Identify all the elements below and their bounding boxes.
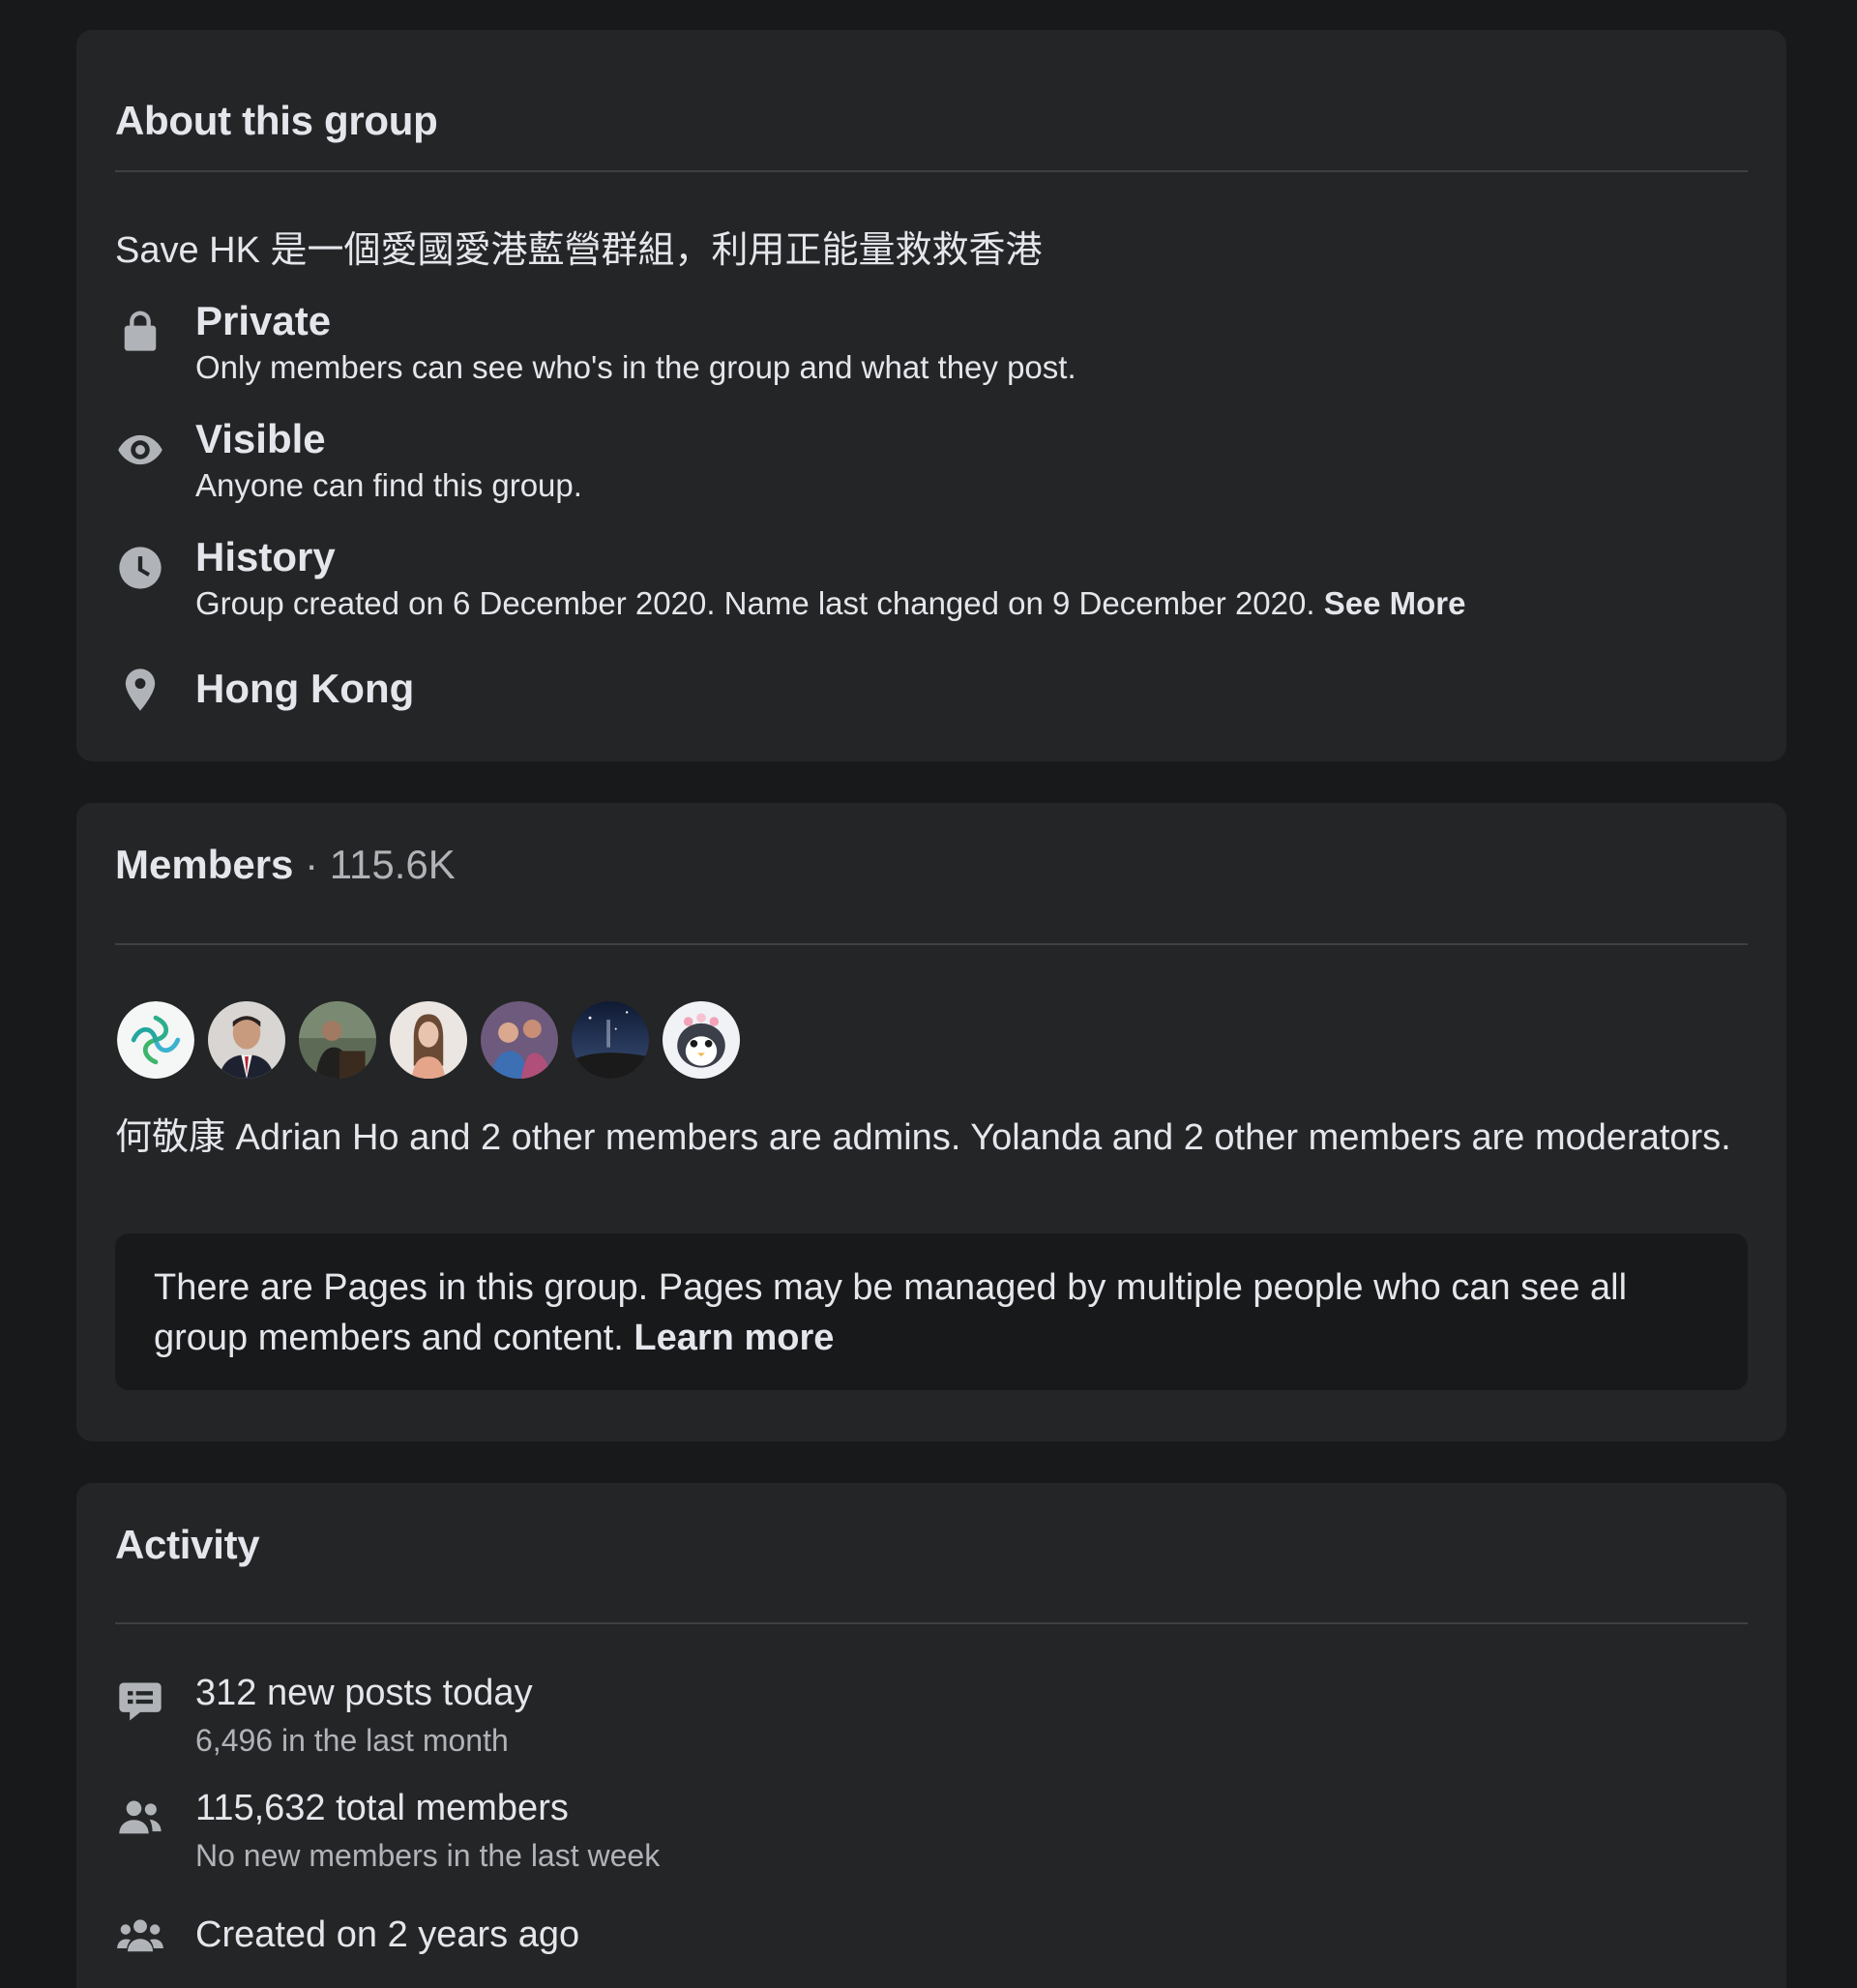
total-members-count: 115,632 total members	[195, 1788, 569, 1828]
activity-divider	[115, 1622, 1748, 1624]
map-pin-icon	[115, 665, 165, 715]
posts-text: 312 new posts today 6,496 in the last mo…	[195, 1671, 1748, 1760]
avatar[interactable]	[388, 999, 469, 1081]
admins-moderators-text: 何敬康 Adrian Ho and 2 other members are ad…	[115, 1117, 1731, 1158]
avatar[interactable]	[570, 999, 651, 1081]
clock-icon	[115, 543, 165, 593]
location-text: Hong Kong	[195, 665, 1748, 713]
privacy-text: Private Only members can see who's in th…	[195, 297, 1748, 388]
location-title: Hong Kong	[195, 666, 415, 711]
members-label[interactable]: Members	[115, 842, 293, 887]
activity-card: Activity 312 new posts today 6,496 in th…	[76, 1483, 1786, 1988]
group-about-page: About this group Save HK 是一個愛國愛港藍營群組，利用正…	[0, 0, 1857, 1988]
members-separator: ·	[293, 842, 330, 887]
pages-notice: There are Pages in this group. Pages may…	[115, 1233, 1748, 1390]
created-date: Created on 2 years ago	[195, 1914, 580, 1955]
created-text: Created on 2 years ago	[195, 1913, 1748, 1957]
group-icon	[115, 1911, 165, 1961]
new-members-week: No new members in the last week	[195, 1838, 661, 1873]
about-title: About this group	[115, 98, 438, 143]
chat-bubble-icon	[115, 1676, 165, 1727]
history-text: History Group created on 6 December 2020…	[195, 533, 1748, 624]
members-count: 115.6K	[329, 842, 456, 887]
posts-today: 312 new posts today	[195, 1673, 533, 1713]
admin-avatars	[115, 999, 742, 1081]
visibility-text: Visible Anyone can find this group.	[195, 415, 1748, 506]
members-card: Members · 115.6K 何敬康 Adrian Ho and 2 oth…	[76, 803, 1786, 1441]
avatar[interactable]	[115, 999, 196, 1081]
avatar[interactable]	[479, 999, 560, 1081]
total-members-text: 115,632 total members No new members in …	[195, 1786, 1748, 1875]
see-more-link[interactable]: See More	[1324, 585, 1466, 621]
about-divider	[115, 170, 1748, 172]
learn-more-link[interactable]: Learn more	[634, 1318, 834, 1358]
privacy-title: Private	[195, 298, 332, 343]
pages-notice-text: There are Pages in this group. Pages may…	[154, 1267, 1628, 1358]
visibility-title: Visible	[195, 416, 326, 461]
visibility-subtitle: Anyone can find this group.	[195, 467, 582, 503]
history-description: Group created on 6 December 2020. Name l…	[195, 585, 1315, 621]
about-card: About this group Save HK 是一個愛國愛港藍營群組，利用正…	[76, 30, 1786, 761]
avatar[interactable]	[297, 999, 378, 1081]
people-icon	[115, 1792, 165, 1842]
eye-icon	[115, 425, 165, 475]
posts-last-month: 6,496 in the last month	[195, 1723, 509, 1758]
lock-icon	[115, 305, 165, 355]
activity-title: Activity	[115, 1522, 260, 1567]
avatar[interactable]	[661, 999, 742, 1081]
members-heading: Members · 115.6K	[115, 842, 456, 888]
history-title: History	[195, 534, 336, 579]
members-divider	[115, 943, 1748, 945]
history-subtitle: Group created on 6 December 2020. Name l…	[195, 583, 1748, 624]
group-description: Save HK 是一個愛國愛港藍營群組，利用正能量救救香港	[115, 230, 1043, 271]
privacy-subtitle: Only members can see who's in the group …	[195, 349, 1076, 385]
avatar[interactable]	[206, 999, 287, 1081]
